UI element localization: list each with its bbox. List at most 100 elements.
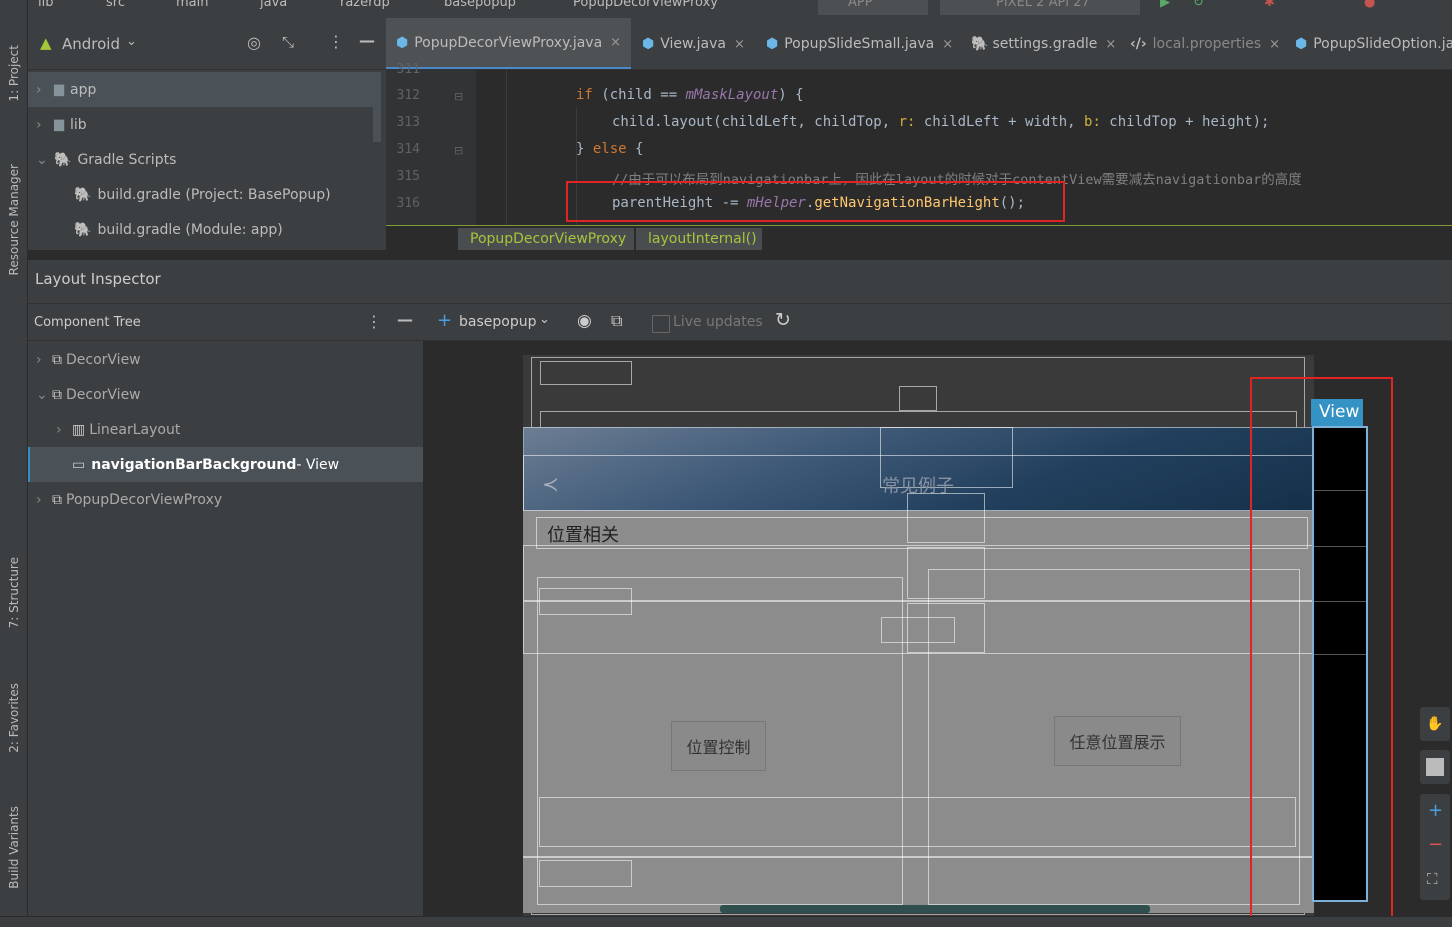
line-number: 312	[396, 88, 420, 103]
process-selector[interactable]: basepopup	[459, 314, 536, 330]
scrollbar-thumb[interactable]	[373, 72, 381, 142]
project-tree-item[interactable]: › ▆ app	[28, 72, 373, 107]
breadcrumb-main[interactable]: main	[176, 0, 208, 10]
chevron-down-icon[interactable]: ⌄	[36, 387, 50, 403]
breadcrumb-java[interactable]: java	[260, 0, 287, 10]
position-control-button[interactable]: 位置控制	[671, 721, 766, 771]
component-tree-row[interactable]: ⌄ ⧉ DecorView	[28, 377, 423, 412]
gradle-icon: 🐘	[74, 221, 92, 238]
chevron-right-icon[interactable]: ›	[36, 352, 50, 368]
profile-icon[interactable]: ●	[1364, 0, 1375, 10]
line-number: 316	[396, 196, 420, 211]
fold-icon[interactable]: ⊟	[454, 90, 463, 103]
close-icon[interactable]: ×	[734, 37, 745, 52]
breadcrumb-file[interactable]: PopupDecorViewProxy	[573, 0, 718, 10]
fit-screen-icon[interactable]: ⛶	[1427, 870, 1438, 888]
project-tree-item[interactable]: ⌄ 🐘 Gradle Scripts	[28, 142, 373, 177]
add-icon[interactable]: +	[437, 310, 452, 331]
apply-changes-icon[interactable]: ↻	[1193, 0, 1204, 10]
java-class-icon: ⬢	[396, 34, 409, 51]
project-tree-item[interactable]: 🐘 build.gradle (Project: BasePopup)	[28, 177, 373, 212]
mode-toggle-icon[interactable]	[1420, 750, 1450, 784]
project-view-mode[interactable]: Android	[62, 35, 120, 53]
layout-bounds[interactable]	[540, 411, 1297, 428]
line-number: 315	[396, 169, 420, 184]
collapse-all-icon[interactable]: ⤡	[282, 33, 294, 51]
project-tree-item[interactable]: 🐘 build.gradle (Module: app)	[28, 212, 373, 247]
debug-icon[interactable]: ✱	[1264, 0, 1275, 10]
fold-icon[interactable]: ⊟	[454, 144, 463, 157]
layout-bounds[interactable]	[540, 361, 632, 385]
options-menu-icon[interactable]: ⋮	[328, 32, 344, 51]
layout-bounds[interactable]	[899, 386, 937, 411]
eye-icon[interactable]: ◉	[577, 311, 592, 331]
editor-tab[interactable]: 🐘 settings.gradle ×	[971, 18, 1116, 69]
section-title: 位置相关	[547, 525, 619, 546]
chevron-right-icon[interactable]: ›	[36, 82, 48, 98]
run-config-selector[interactable]: APP	[818, 0, 928, 15]
hide-panel-icon[interactable]: —	[397, 310, 413, 329]
device-preview: ≺ 常见例子 位置相关 位置控制 任意位置展示	[523, 355, 1314, 917]
view-group-icon: ⧉	[52, 351, 62, 368]
layout-bounds[interactable]	[539, 860, 632, 887]
close-icon[interactable]: ×	[1105, 37, 1116, 52]
arbitrary-position-button[interactable]: 任意位置展示	[1054, 716, 1181, 766]
options-menu-icon[interactable]: ⋮	[366, 312, 382, 331]
editor-tab[interactable]: ⬢ PopupSlideSmall.java ×	[766, 18, 953, 69]
structure-tool-tab[interactable]: 7: Structure	[0, 545, 28, 640]
resource-manager-tool-tab[interactable]: Resource Manager	[0, 150, 28, 290]
editor-tab[interactable]: ⬢ PopupSlideOption.java	[1295, 18, 1452, 69]
project-tool-tab[interactable]: 1: Project	[0, 30, 28, 116]
refresh-icon[interactable]: ↻	[775, 309, 791, 331]
favorites-tool-tab[interactable]: 2: Favorites	[0, 670, 28, 765]
view-group-icon: ⧉	[52, 491, 62, 508]
locate-target-icon[interactable]: ◎	[247, 33, 261, 52]
chevron-down-icon[interactable]: ⌄	[36, 152, 48, 168]
close-icon[interactable]: ×	[942, 37, 953, 52]
component-tree-row[interactable]: › ⧉ PopupDecorViewProxy	[28, 482, 423, 517]
pan-hand-icon[interactable]: ✋	[1420, 707, 1450, 741]
panel-divider[interactable]	[28, 250, 1452, 260]
run-icon[interactable]: ▶	[1160, 0, 1170, 10]
chevron-right-icon[interactable]: ›	[56, 422, 70, 438]
java-class-icon: ⬢	[766, 36, 779, 52]
chevron-right-icon[interactable]: ›	[36, 117, 48, 133]
zoom-in-icon[interactable]: +	[1428, 800, 1443, 821]
layout-inspector-title: Layout Inspector	[35, 270, 161, 288]
snapshot-icon[interactable]: ⧉	[611, 311, 622, 331]
layout-bounds[interactable]	[907, 493, 985, 543]
breadcrumb-src[interactable]: src	[106, 0, 125, 10]
layout-bounds[interactable]	[539, 588, 632, 615]
code-line-314[interactable]: } else {	[576, 141, 643, 157]
device-selector[interactable]: PIXEL 2 API 27	[940, 0, 1140, 15]
editor-tab[interactable]: ‹/› local.properties ×	[1130, 18, 1280, 69]
code-line-313[interactable]: child.layout(childLeft, childTop, r: chi…	[612, 114, 1269, 130]
hide-panel-icon[interactable]: —	[359, 31, 375, 50]
back-arrow-icon[interactable]: ≺	[542, 472, 559, 496]
layout-bounds[interactable]	[523, 856, 1314, 858]
component-tree-row-selected[interactable]: ▭ navigationBarBackground - View	[28, 447, 423, 482]
chevron-right-icon[interactable]: ›	[36, 492, 50, 508]
project-tree-item[interactable]: › ▆ lib	[28, 107, 373, 142]
editor-tab-active[interactable]: ⬢ PopupDecorViewProxy.java ×	[386, 18, 631, 69]
layout-bounds[interactable]	[539, 797, 1296, 847]
build-variants-tool-tab[interactable]: Build Variants	[0, 795, 28, 900]
breadcrumb-class[interactable]: PopupDecorViewProxy	[458, 228, 634, 250]
close-icon[interactable]: ×	[610, 35, 621, 50]
breadcrumb-razerdp[interactable]: razerdp	[340, 0, 390, 10]
code-line-312[interactable]: if (child == mMaskLayout) {	[576, 87, 804, 103]
breadcrumb-method[interactable]: layoutInternal()	[636, 228, 762, 250]
chevron-down-icon[interactable]: ⌄	[126, 34, 137, 49]
chevron-down-icon[interactable]: ⌄	[539, 312, 550, 327]
component-tree-row[interactable]: › ⧉ DecorView	[28, 342, 423, 377]
zoom-out-icon[interactable]: −	[1428, 834, 1443, 855]
editor-gutter: 311 312 313 314 315 316 ⊟ ⊟	[386, 62, 476, 225]
editor-tab[interactable]: ⬢ View.java ×	[642, 18, 745, 69]
horizontal-scrollbar[interactable]	[720, 905, 1150, 913]
breadcrumb-basepopup[interactable]: basepopup	[444, 0, 516, 10]
component-tree-row[interactable]: › ▥ LinearLayout	[28, 412, 423, 447]
view-group-icon: ⧉	[52, 386, 62, 403]
live-updates-checkbox[interactable]	[652, 315, 670, 333]
close-icon[interactable]: ×	[1269, 37, 1280, 52]
breadcrumb-lib[interactable]: lib	[38, 0, 53, 10]
